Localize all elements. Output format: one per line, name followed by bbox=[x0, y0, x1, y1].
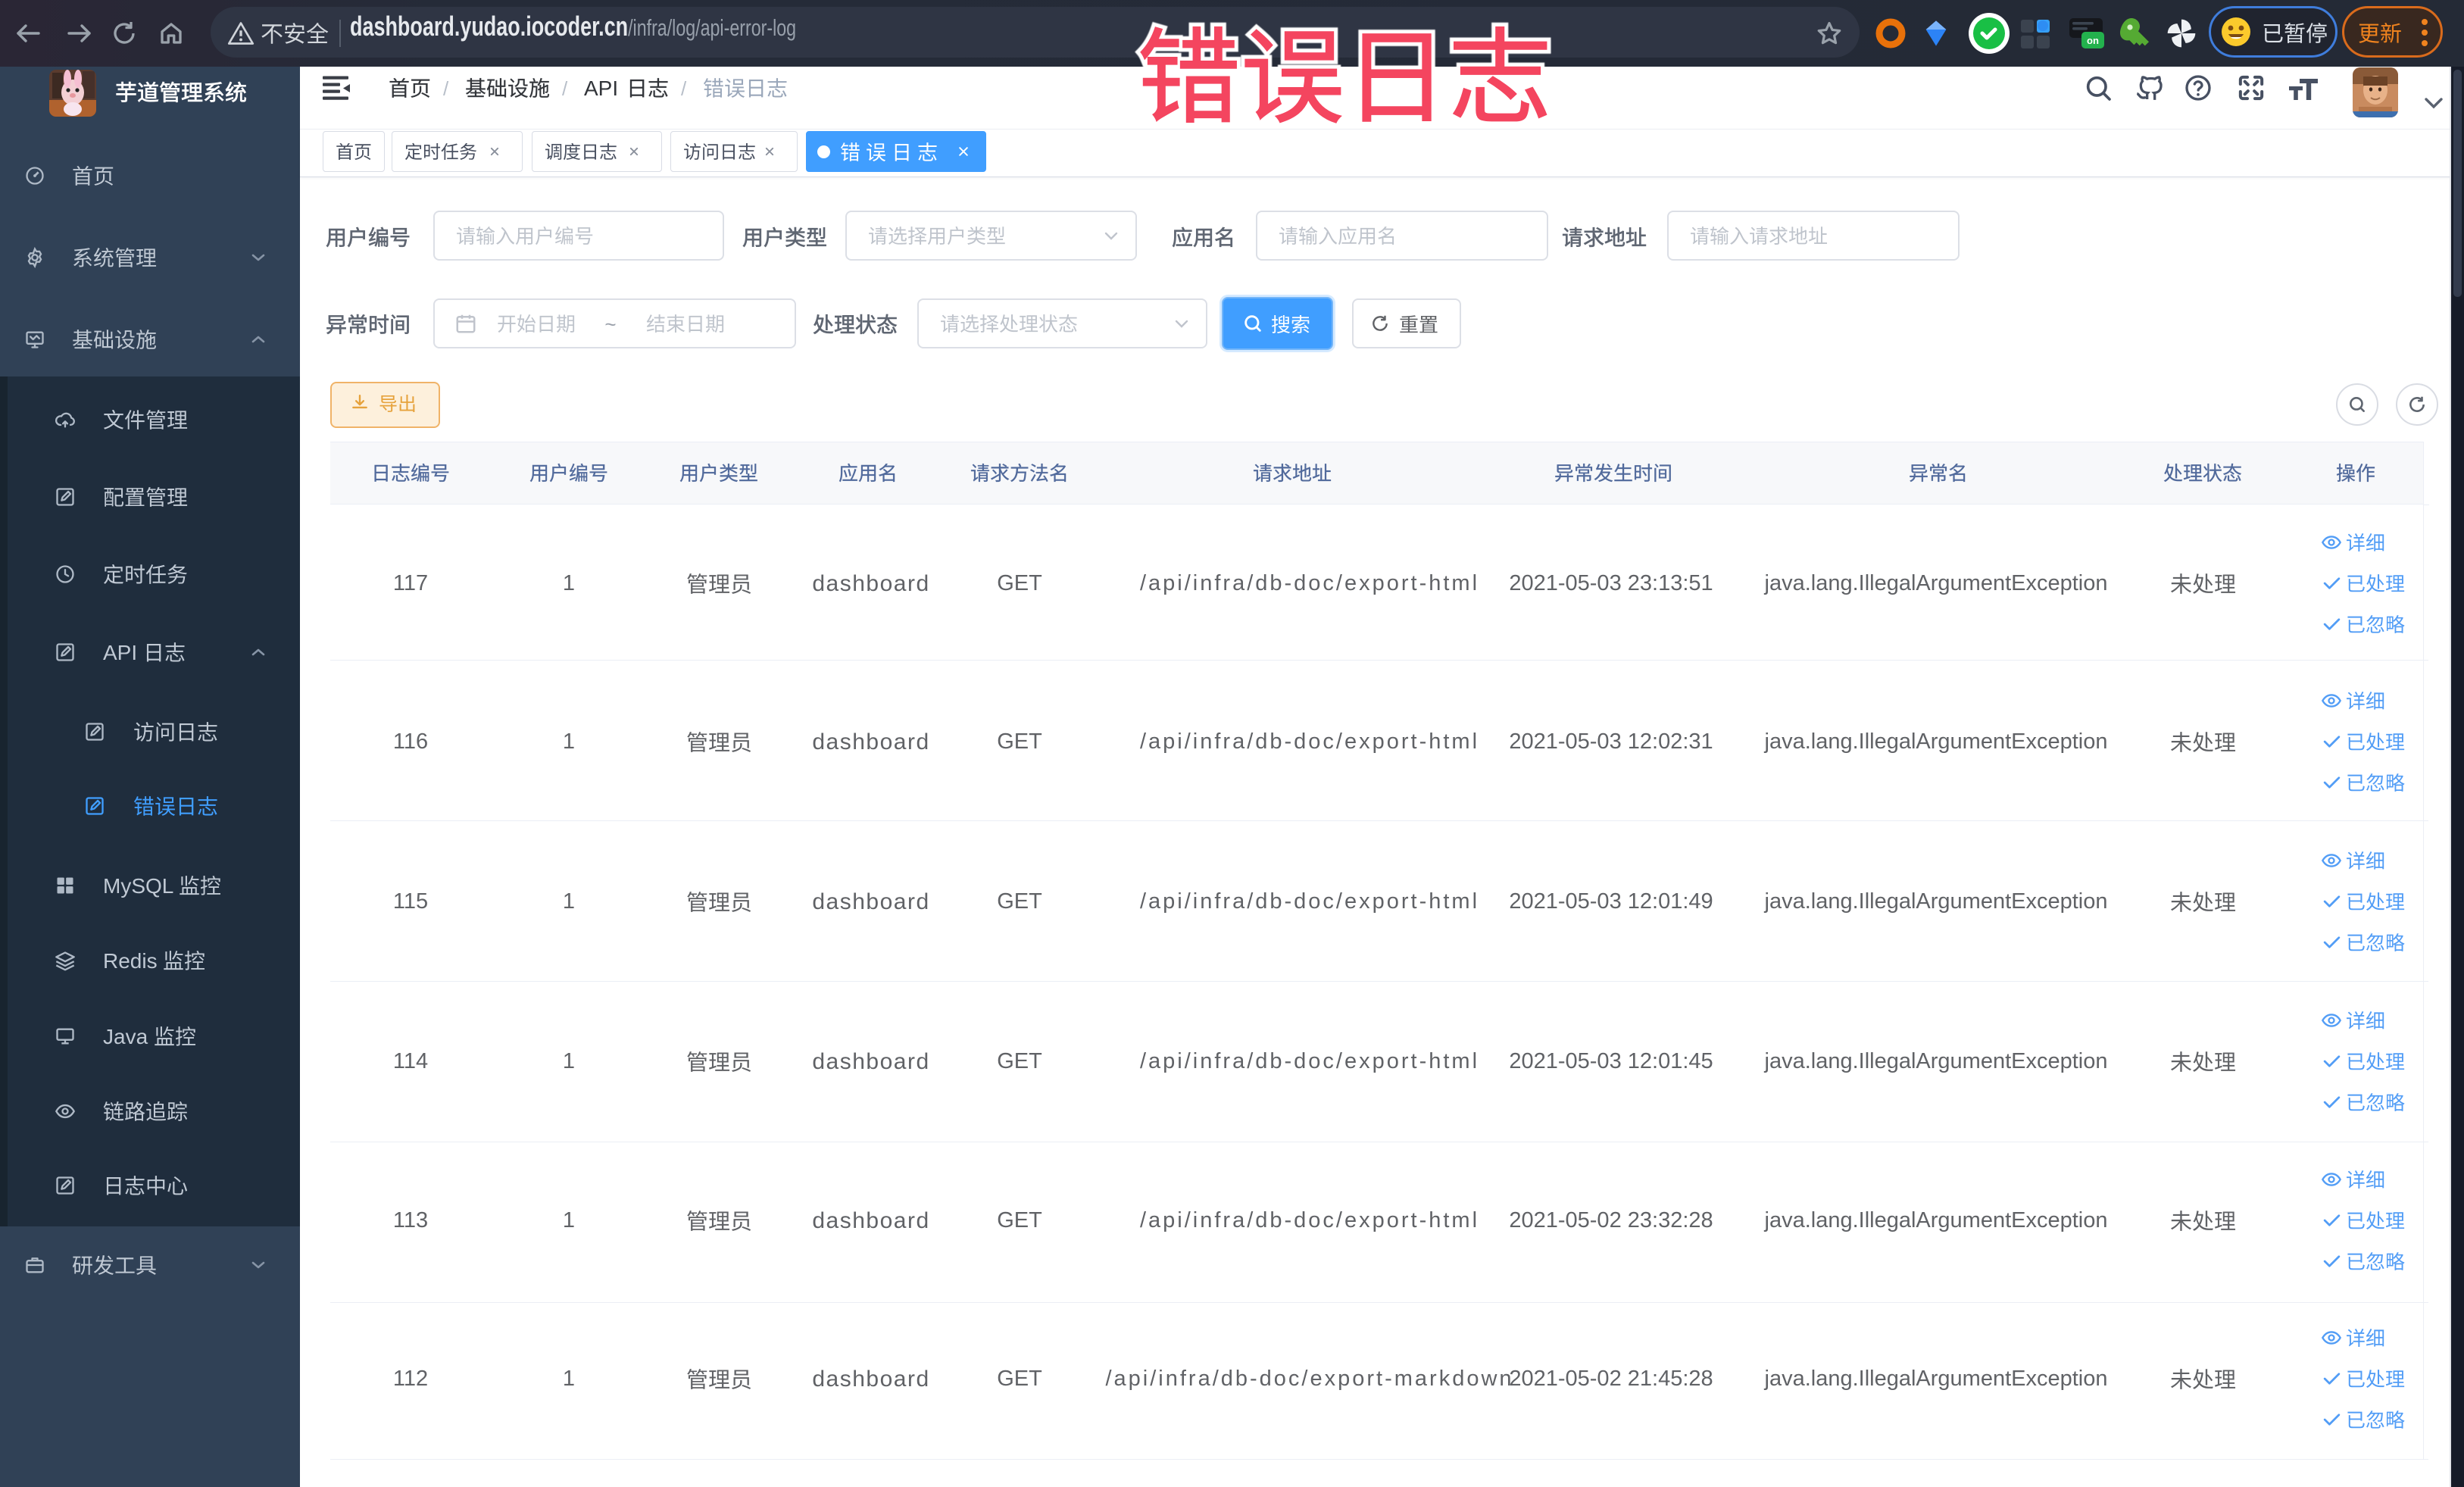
svg-text:on: on bbox=[2087, 35, 2099, 46]
